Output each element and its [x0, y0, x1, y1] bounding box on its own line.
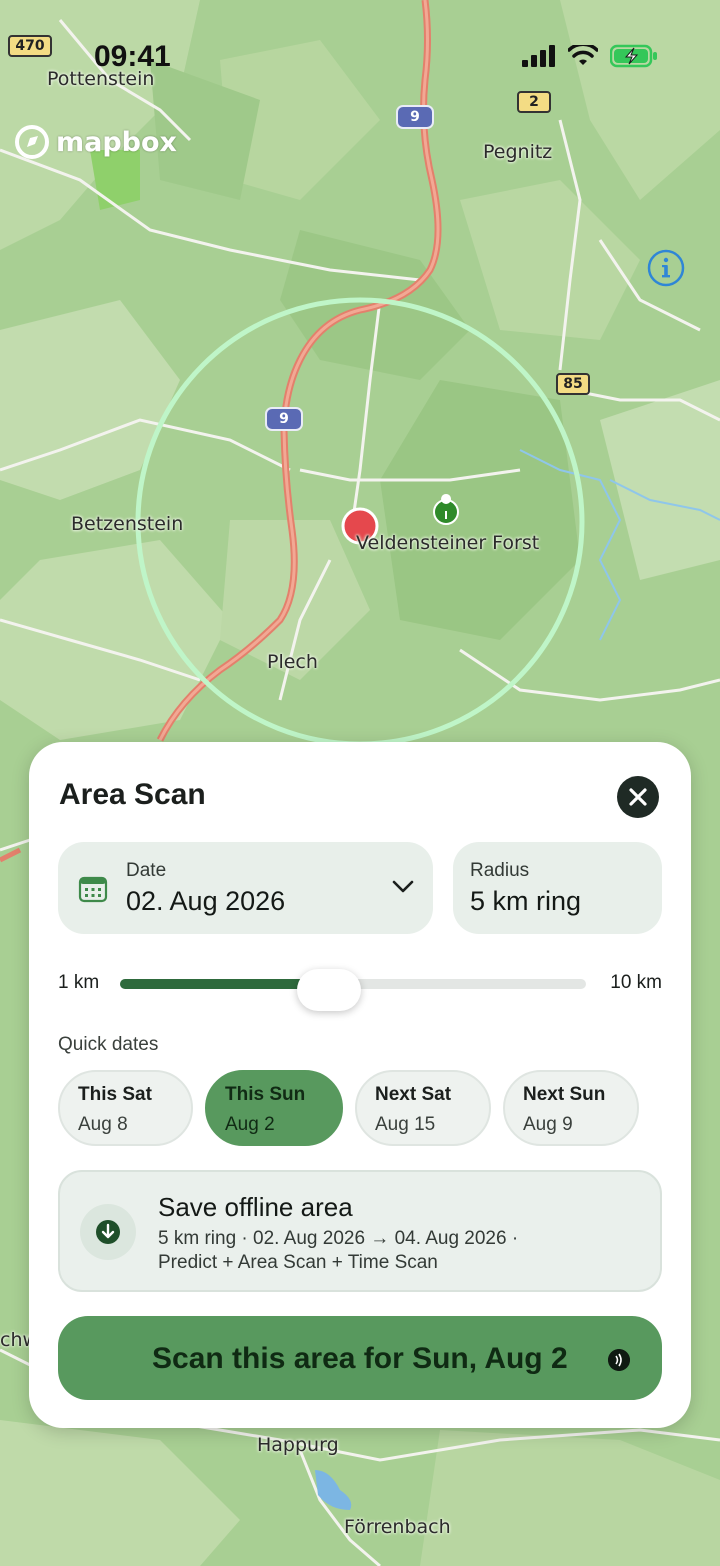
slider-min-label: 1 km	[58, 972, 100, 993]
slider-max-label: 10 km	[610, 972, 662, 993]
battery-charging-icon	[610, 44, 657, 68]
place-label-happurg: Happurg	[257, 1434, 339, 1456]
slider-thumb[interactable]	[297, 969, 362, 1011]
quick-date-chip[interactable]: This Sat Aug 8	[58, 1070, 193, 1146]
panel-title: Area Scan	[59, 778, 206, 811]
chip-date: Aug 15	[375, 1114, 436, 1135]
status-bar: 09:41	[0, 0, 720, 90]
road-shield-2: 2	[517, 91, 551, 113]
quick-date-chip[interactable]: This Sun Aug 2	[205, 1070, 343, 1146]
info-icon[interactable]	[646, 248, 686, 288]
chip-day: This Sat	[78, 1084, 152, 1105]
radius-value: 5 km ring	[470, 886, 582, 916]
date-picker[interactable]: Date 02. Aug 2026	[58, 842, 433, 934]
scan-button-label: Scan this area for Sun, Aug 2	[152, 1342, 568, 1375]
date-label: Date	[126, 860, 167, 881]
road-shield-85: 85	[556, 373, 590, 395]
offline-title: Save offline area	[158, 1192, 353, 1222]
mapbox-logo: mapbox	[14, 124, 177, 160]
chevron-down-icon	[392, 880, 414, 893]
mapbox-mark-icon	[15, 125, 49, 159]
place-label-betzenstein: Betzenstein	[71, 513, 184, 535]
chip-date: Aug 2	[225, 1114, 275, 1135]
chip-date: Aug 8	[78, 1114, 128, 1135]
place-label-foerrenbach: Förrenbach	[344, 1516, 451, 1538]
chip-date: Aug 9	[523, 1114, 573, 1135]
download-icon	[96, 1220, 120, 1244]
radius-slider[interactable]	[120, 969, 586, 1011]
status-icons	[522, 44, 658, 68]
status-time: 09:41	[94, 40, 171, 73]
signal-icon	[522, 45, 555, 67]
quick-date-chip[interactable]: Next Sun Aug 9	[503, 1070, 639, 1146]
place-label-forest: Veldensteiner Forst	[356, 532, 540, 554]
road-shield-9: 9	[265, 407, 303, 431]
close-icon	[629, 788, 647, 806]
wifi-icon	[568, 45, 598, 65]
mapbox-wordmark: mapbox	[56, 126, 177, 158]
offline-detail-line2: Predict + Area Scan + Time Scan	[158, 1252, 438, 1273]
date-value: 02. Aug 2026	[126, 886, 286, 916]
radius-field[interactable]: Radius 5 km ring	[453, 842, 662, 934]
road-shield-9: 9	[396, 105, 434, 129]
save-offline-area-button[interactable]: Save offline area 5 km ring · 02. Aug 20…	[58, 1170, 662, 1292]
quick-dates-label: Quick dates	[58, 1034, 159, 1055]
close-button[interactable]	[617, 776, 659, 818]
scan-wave-icon	[608, 1349, 630, 1371]
area-scan-panel: Area Scan Date 02. Aug 2026 Radius 5 km …	[29, 742, 691, 1428]
place-label-plech: Plech	[267, 651, 318, 673]
radius-slider-row: 1 km 10 km	[58, 968, 662, 1011]
radius-label: Radius	[470, 860, 530, 881]
chip-day: Next Sun	[523, 1084, 606, 1105]
calendar-icon	[78, 876, 108, 903]
place-label-pegnitz: Pegnitz	[483, 141, 553, 163]
offline-detail-line1: 5 km ring · 02. Aug 2026 → 04. Aug 2026 …	[158, 1228, 519, 1249]
scan-area-button[interactable]: Scan this area for Sun, Aug 2	[58, 1316, 662, 1400]
download-icon-circle	[80, 1204, 136, 1260]
chip-day: Next Sat	[375, 1084, 452, 1105]
quick-date-chip[interactable]: Next Sat Aug 15	[355, 1070, 491, 1146]
chip-day: This Sun	[225, 1084, 306, 1105]
